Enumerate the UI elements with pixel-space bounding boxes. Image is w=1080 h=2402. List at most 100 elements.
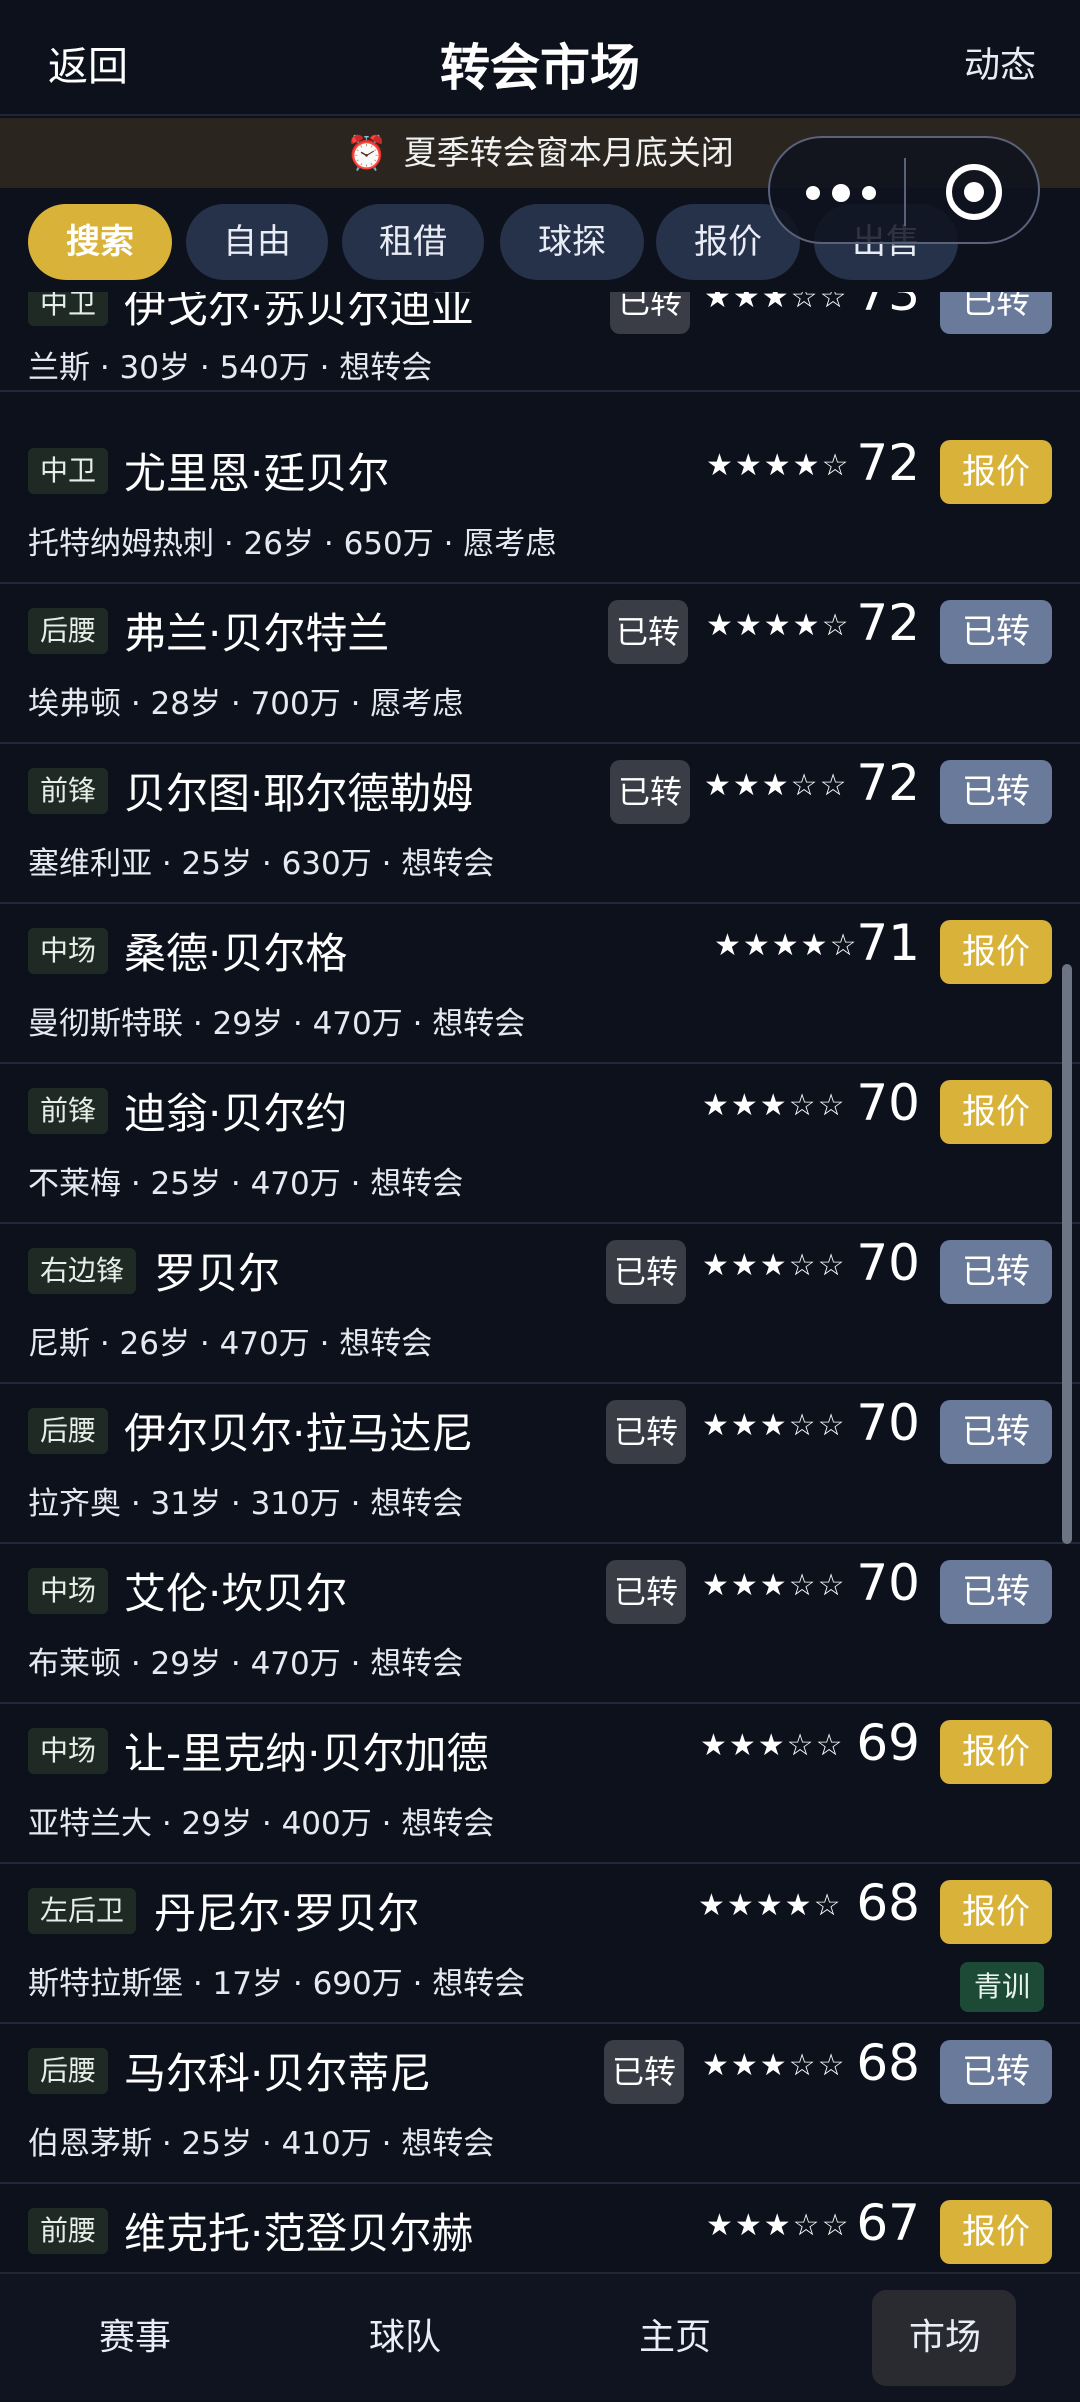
header-bar: 返回 转会市场 动态 (0, 0, 1080, 116)
table-row[interactable]: 前腰 维克托·范登贝尔赫 ★★★☆☆ 67 报价 (0, 2184, 1080, 2272)
player-name: 伊尔贝尔·拉马达尼 (124, 1409, 474, 1458)
status-button[interactable]: 已转 (940, 760, 1052, 824)
table-row[interactable]: 前锋 贝尔图·耶尔德勒姆 已转 ★★★☆☆ 72 已转 塞维利亚 · 25岁 ·… (0, 744, 1080, 904)
star-rating: ★★★☆☆ (704, 292, 849, 315)
overall-rating: 68 (856, 1874, 920, 1932)
nav-events[interactable]: 赛事 (0, 2274, 270, 2402)
overall-rating: 72 (856, 594, 920, 652)
offer-button[interactable]: 报价 (940, 1720, 1052, 1784)
player-meta: 尼斯 · 26岁 · 470万 · 想转会 (28, 1326, 433, 1362)
transferred-tag: 已转 (608, 600, 688, 664)
table-row[interactable]: 中场 桑德·贝尔格 ★★★★☆ 71 报价 曼彻斯特联 · 29岁 · 470万… (0, 904, 1080, 1064)
position-badge: 前锋 (28, 1088, 109, 1134)
dynamics-button[interactable]: 动态 (964, 36, 1036, 88)
position-badge: 中场 (28, 1568, 109, 1614)
player-meta: 斯特拉斯堡 · 17岁 · 690万 · 想转会 (28, 1966, 526, 2002)
table-row[interactable]: 后腰 弗兰·贝尔特兰 已转 ★★★★☆ 72 已转 埃弗顿 · 28岁 · 70… (0, 584, 1080, 744)
player-name: 维克托·范登贝尔赫 (124, 2209, 474, 2258)
overall-rating: 67 (856, 2194, 920, 2252)
player-name: 迪翁·贝尔约 (124, 1089, 348, 1138)
nav-label: 市场 (908, 2317, 981, 2358)
player-name: 伊戈尔·苏贝尔迪亚 (124, 292, 474, 332)
player-meta: 布莱顿 · 29岁 · 470万 · 想转会 (28, 1646, 464, 1682)
offer-button[interactable]: 报价 (940, 1880, 1052, 1944)
star-rating: ★★★★☆ (706, 448, 851, 483)
table-row[interactable]: 后腰 马尔科·贝尔蒂尼 已转 ★★★☆☆ 68 已转 伯恩茅斯 · 25岁 · … (0, 2024, 1080, 2184)
page-title: 转会市场 (440, 39, 640, 97)
nav-label: 球队 (368, 2317, 441, 2358)
nav-home[interactable]: 主页 (540, 2274, 810, 2402)
table-row[interactable]: 中场 艾伦·坎贝尔 已转 ★★★☆☆ 70 已转 布莱顿 · 29岁 · 470… (0, 1544, 1080, 1704)
player-meta: 曼彻斯特联 · 29岁 · 470万 · 想转会 (28, 1006, 526, 1042)
status-button[interactable]: 已转 (940, 600, 1052, 664)
table-row[interactable]: 左后卫 丹尼尔·罗贝尔 ★★★★☆ 68 报价 青训 斯特拉斯堡 · 17岁 ·… (0, 1864, 1080, 2024)
player-meta: 塞维利亚 · 25岁 · 630万 · 想转会 (28, 846, 495, 882)
overall-rating: 70 (856, 1394, 920, 1452)
status-button[interactable]: 已转 (940, 1560, 1052, 1624)
table-row[interactable]: 右边锋 罗贝尔 已转 ★★★☆☆ 70 已转 尼斯 · 26岁 · 470万 ·… (0, 1224, 1080, 1384)
overall-rating: 72 (856, 754, 920, 812)
player-meta: 兰斯 · 30岁 · 540万 · 想转会 (28, 350, 433, 386)
status-button[interactable]: 已转 (940, 1240, 1052, 1304)
close-target-icon[interactable] (946, 164, 1002, 220)
table-row[interactable]: 中场 让-里克纳·贝尔加德 ★★★☆☆ 69 报价 亚特兰大 · 29岁 · 4… (0, 1704, 1080, 1864)
nav-label: 主页 (638, 2317, 711, 2358)
tab-free[interactable]: 自由 (186, 204, 328, 280)
position-badge: 后腰 (28, 608, 109, 654)
player-name: 艾伦·坎贝尔 (124, 1569, 348, 1618)
overall-rating: 68 (856, 2034, 920, 2092)
nav-label: 赛事 (98, 2317, 171, 2358)
transferred-tag: 已转 (604, 2040, 684, 2104)
tab-search[interactable]: 搜索 (28, 204, 172, 280)
star-rating: ★★★☆☆ (704, 768, 849, 803)
player-meta: 埃弗顿 · 28岁 · 700万 · 愿考虑 (28, 686, 464, 722)
offer-button[interactable]: 报价 (940, 1080, 1052, 1144)
star-rating: ★★★☆☆ (702, 2048, 847, 2083)
player-name: 尤里恩·廷贝尔 (124, 449, 390, 498)
transferred-tag: 已转 (606, 1240, 686, 1304)
star-rating: ★★★☆☆ (702, 1408, 847, 1443)
youth-academy-badge: 青训 (959, 1962, 1044, 2012)
status-button[interactable]: 已转 (940, 292, 1052, 334)
offer-button[interactable]: 报价 (940, 2200, 1052, 2264)
player-name: 罗贝尔 (154, 1249, 281, 1298)
transferred-tag: 已转 (610, 760, 690, 824)
position-badge: 中场 (28, 1728, 109, 1774)
table-row[interactable]: 前锋 迪翁·贝尔约 ★★★☆☆ 70 报价 不莱梅 · 25岁 · 470万 ·… (0, 1064, 1080, 1224)
position-badge: 右边锋 (28, 1248, 137, 1294)
table-row[interactable]: 中卫 伊戈尔·苏贝尔迪亚 已转 ★★★☆☆ 73 已转 兰斯 · 30岁 · 5… (0, 292, 1080, 392)
tab-loan[interactable]: 租借 (342, 204, 484, 280)
offer-button[interactable]: 报价 (940, 440, 1052, 504)
player-meta: 不莱梅 · 25岁 · 470万 · 想转会 (28, 1166, 464, 1202)
position-badge: 中卫 (28, 292, 109, 326)
star-rating: ★★★☆☆ (702, 1568, 847, 1603)
table-row[interactable]: 后腰 伊尔贝尔·拉马达尼 已转 ★★★☆☆ 70 已转 拉齐奥 · 31岁 · … (0, 1384, 1080, 1544)
player-name: 弗兰·贝尔特兰 (124, 609, 390, 658)
transferred-tag: 已转 (606, 1400, 686, 1464)
star-rating: ★★★☆☆ (702, 1088, 847, 1123)
status-button[interactable]: 已转 (940, 1400, 1052, 1464)
overall-rating: 73 (856, 292, 920, 322)
tab-scout[interactable]: 球探 (500, 204, 644, 280)
table-row[interactable]: 中卫 尤里恩·廷贝尔 ★★★★☆ 72 报价 托特纳姆热刺 · 26岁 · 65… (0, 424, 1080, 584)
overall-rating: 71 (856, 914, 920, 972)
capsule-divider (904, 158, 906, 226)
position-badge: 中场 (28, 928, 109, 974)
more-dots-icon[interactable] (806, 172, 896, 212)
offer-button[interactable]: 报价 (940, 920, 1052, 984)
player-name: 马尔科·贝尔蒂尼 (124, 2049, 432, 2098)
star-rating: ★★★★☆ (706, 608, 851, 643)
player-meta: 托特纳姆热刺 · 26岁 · 650万 · 愿考虑 (28, 526, 557, 562)
player-list[interactable]: 中卫 伊戈尔·苏贝尔迪亚 已转 ★★★☆☆ 73 已转 兰斯 · 30岁 · 5… (0, 292, 1080, 2272)
alarm-clock-icon: ⏰ (346, 133, 388, 172)
player-name: 贝尔图·耶尔德勒姆 (124, 769, 474, 818)
star-rating: ★★★☆☆ (702, 1248, 847, 1283)
nav-team[interactable]: 球队 (270, 2274, 540, 2402)
scrollbar[interactable] (1062, 964, 1072, 1544)
position-badge: 后腰 (28, 1408, 109, 1454)
player-meta: 拉齐奥 · 31岁 · 310万 · 想转会 (28, 1486, 464, 1522)
status-button[interactable]: 已转 (940, 2040, 1052, 2104)
player-name: 桑德·贝尔格 (124, 929, 348, 978)
nav-market[interactable]: 市场 (860, 2274, 1030, 2402)
overall-rating: 72 (856, 434, 920, 492)
